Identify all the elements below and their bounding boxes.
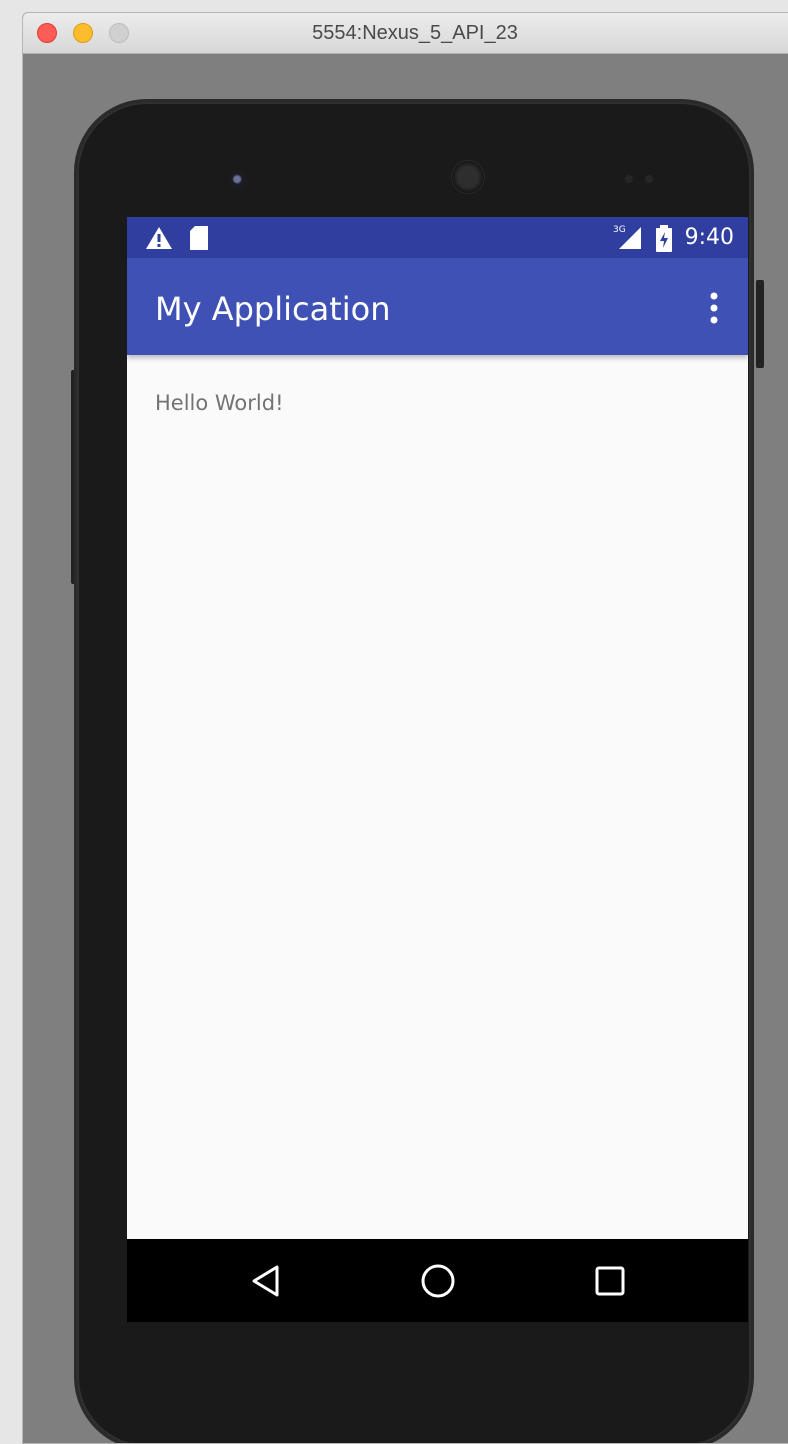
status-bar: 3G 9:40	[127, 217, 748, 258]
window-title: 5554:Nexus_5_API_23	[312, 22, 518, 44]
window-titlebar[interactable]: 5554:Nexus_5_API_23	[23, 13, 788, 54]
warning-icon	[145, 225, 173, 256]
device-screen: 3G 9:40 My Application Hello World!	[127, 217, 748, 1322]
app-toolbar: My Application	[127, 258, 748, 355]
front-camera-icon	[230, 172, 248, 190]
svg-text:3G: 3G	[613, 225, 626, 235]
navigation-bar	[127, 1239, 748, 1322]
light-sensor-icon	[645, 175, 653, 183]
hello-text: Hello World!	[155, 391, 284, 415]
sd-card-icon	[189, 225, 209, 256]
emulator-area: 3G 9:40 My Application Hello World!	[23, 54, 788, 1443]
home-icon[interactable]	[416, 1259, 460, 1303]
battery-charging-icon	[655, 225, 673, 258]
app-title: My Application	[155, 290, 391, 328]
emulator-window: 5554:Nexus_5_API_23 3G 9:40 My Applicati…	[22, 12, 788, 1444]
proximity-sensor-icon	[625, 175, 633, 183]
main-content: Hello World!	[127, 355, 748, 1322]
overflow-menu-icon[interactable]	[708, 292, 720, 324]
earpiece-speaker-icon	[451, 160, 485, 194]
status-time: 9:40	[684, 225, 734, 250]
back-icon[interactable]	[244, 1259, 288, 1303]
recents-icon[interactable]	[588, 1259, 632, 1303]
signal-3g-icon: 3G	[613, 223, 643, 256]
power-button[interactable]	[756, 280, 764, 368]
device-frame: 3G 9:40 My Application Hello World!	[77, 102, 751, 1443]
